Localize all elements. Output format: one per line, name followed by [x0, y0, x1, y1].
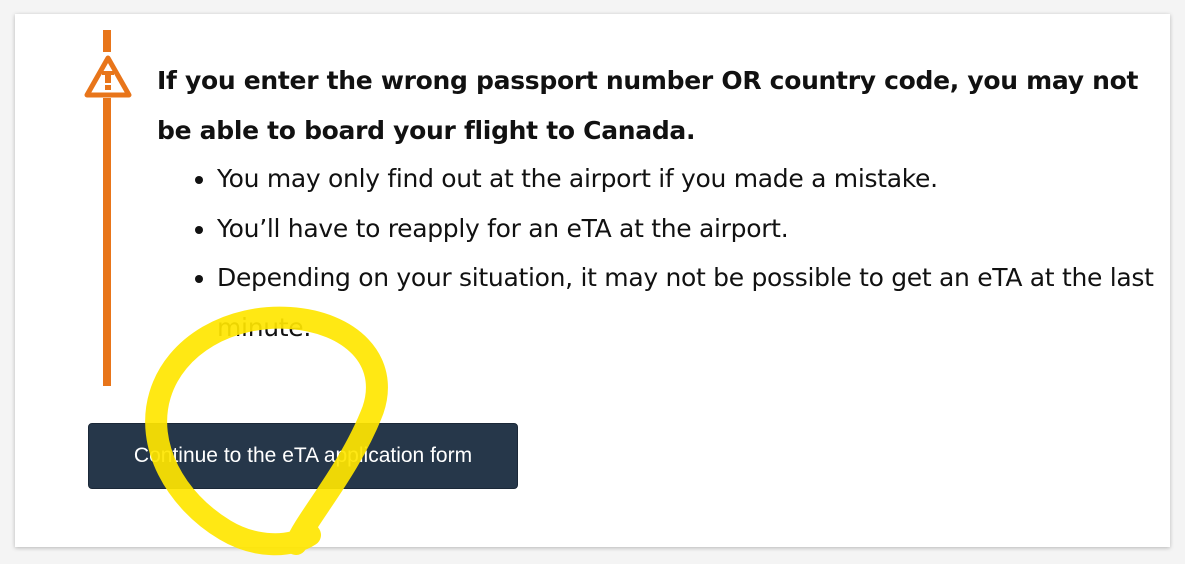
- list-item: Depending on your situation, it may not …: [217, 253, 1185, 352]
- alert-accent-bar: [103, 98, 111, 386]
- list-item: You’ll have to reapply for an eTA at the…: [217, 204, 1185, 254]
- continue-to-eta-form-button[interactable]: Continue to the eTA application form: [88, 423, 518, 489]
- warning-triangle-icon: [84, 55, 132, 98]
- alert-bullet-list: You may only find out at the airport if …: [185, 154, 1185, 352]
- alert-heading: If you enter the wrong passport number O…: [157, 66, 1139, 145]
- alert-accent-bar-top: [103, 30, 111, 52]
- list-item: You may only find out at the airport if …: [217, 154, 1185, 204]
